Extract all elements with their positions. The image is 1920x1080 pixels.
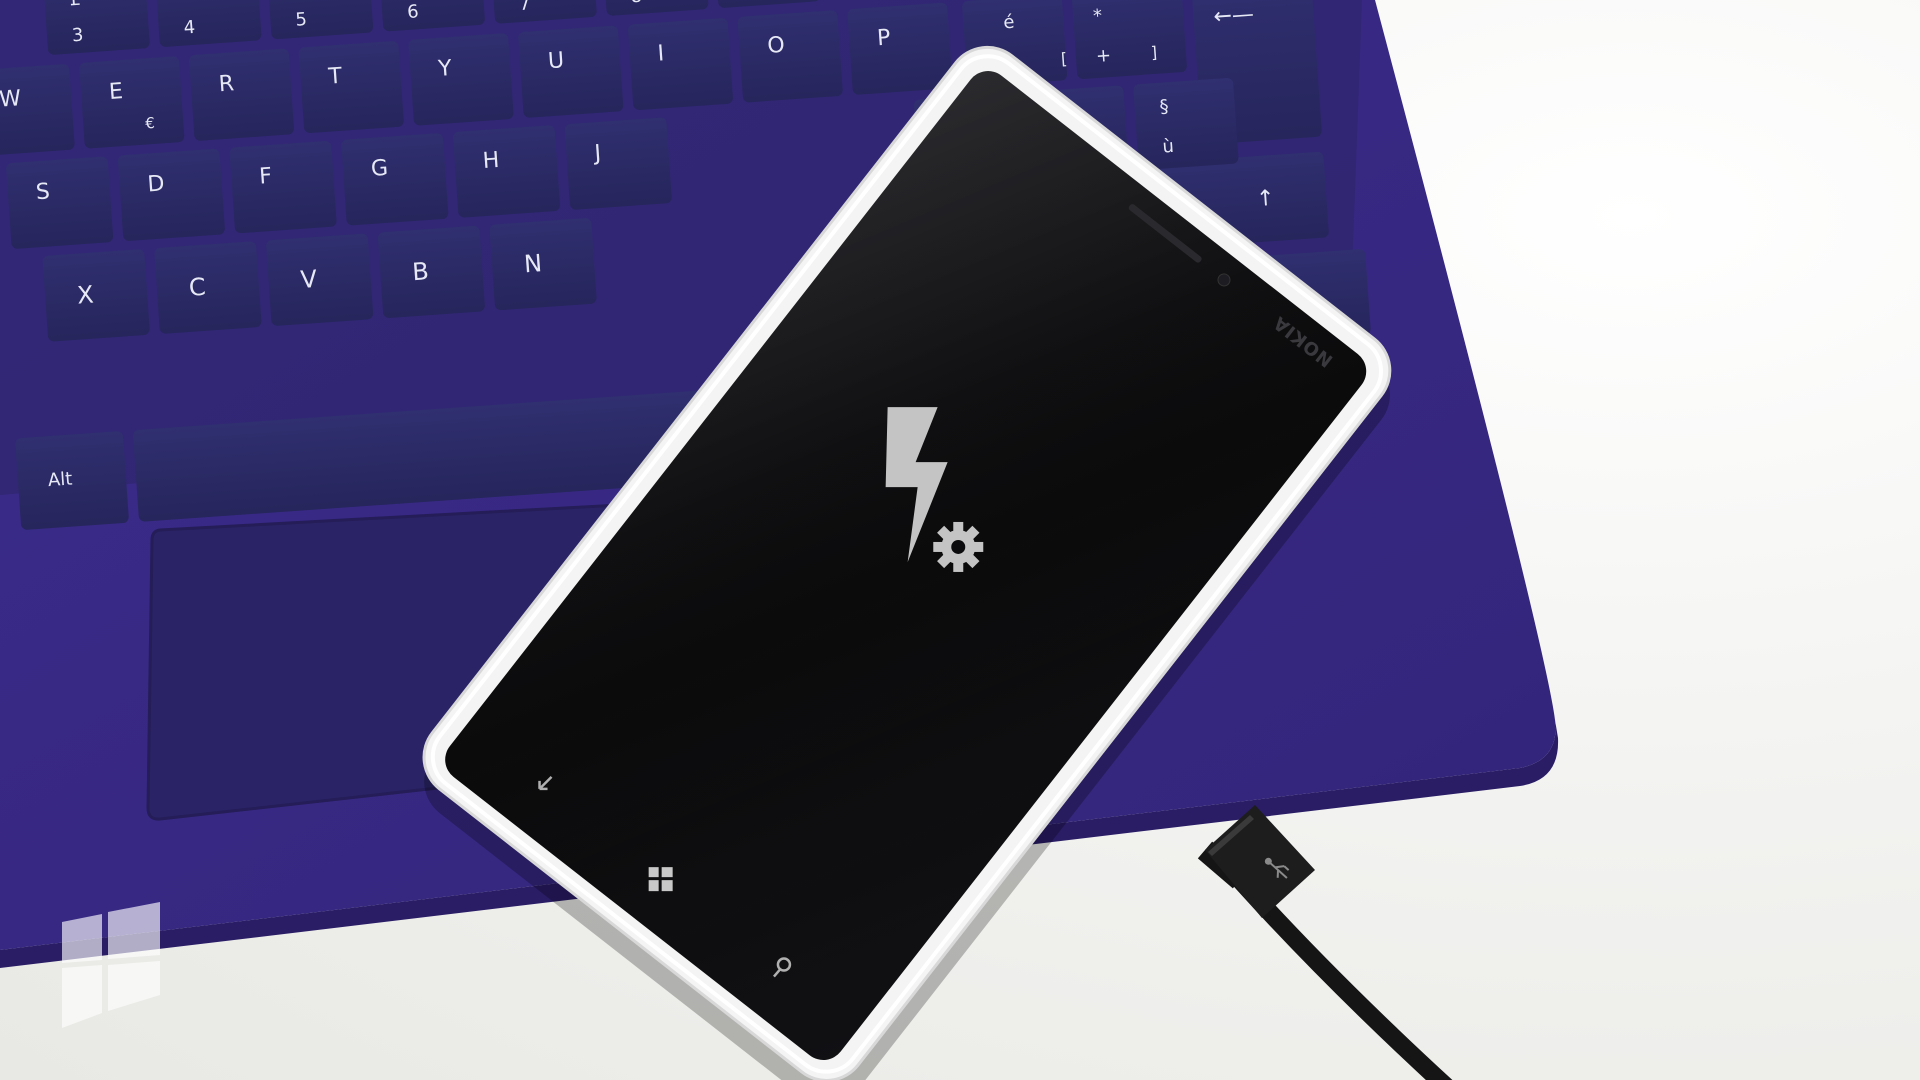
key-h-label: H: [482, 148, 500, 174]
key-n: [489, 218, 597, 311]
key-d: [117, 148, 225, 241]
key-s: [6, 156, 114, 249]
key-lbracket-label: [: [1060, 49, 1068, 68]
key-t-label: T: [327, 64, 344, 90]
key-v-label: V: [300, 265, 319, 294]
key-c: [154, 241, 262, 334]
usb-plug: [1205, 805, 1315, 918]
key-u-grave: [1133, 77, 1239, 170]
key-star-label: *: [1092, 6, 1102, 28]
key-j: [564, 117, 672, 210]
key-number-4-label: 4: [183, 17, 196, 39]
watermark-logo: [62, 902, 160, 1028]
alt-key-label: Alt: [47, 468, 73, 491]
key-p-label: P: [876, 25, 891, 51]
key-number-5-label: 5: [295, 9, 308, 31]
key-g-label: G: [370, 156, 389, 182]
key-x-label: X: [76, 281, 94, 310]
key-v: [266, 233, 374, 326]
key-o: [737, 10, 843, 103]
photo-scene: £3$4%5&6789 WE€RTYUIOP SDFGHJ XCVBN Alt …: [0, 0, 1559, 1080]
key-number-7-label: 7: [518, 0, 531, 15]
key-section-label: §: [1159, 96, 1169, 118]
key-number-8-label: 8: [630, 0, 643, 7]
key-x: [42, 249, 150, 342]
key-t: [298, 41, 404, 134]
key-number-3-symbol: £: [69, 0, 82, 10]
key-c-label: C: [188, 273, 207, 302]
key-f: [229, 141, 337, 234]
key-r: [189, 48, 295, 141]
key-y-label: Y: [436, 56, 453, 82]
key-plus-label: +: [1095, 45, 1112, 67]
key-e-acute-label: é: [1003, 12, 1016, 34]
key-p: [847, 2, 953, 95]
key-f-label: F: [258, 164, 272, 190]
key-d-label: D: [147, 171, 166, 197]
key-u-grave-label: ù: [1162, 136, 1175, 158]
key-bracket: [1071, 0, 1187, 79]
key-number-4: [154, 0, 262, 47]
usb-cable: [1197, 805, 1453, 1080]
key-w-label: W: [0, 86, 22, 112]
key-h: [453, 125, 561, 218]
key-b-label: B: [411, 257, 429, 286]
key-e-label: E: [108, 79, 124, 105]
shift-arrow-label: ↑: [1255, 186, 1275, 212]
key-number-3: [43, 0, 150, 55]
key-b: [377, 225, 485, 318]
key-n-label: N: [523, 249, 543, 278]
key-u: [518, 25, 624, 118]
key-y: [408, 33, 514, 126]
key-number-6-label: 6: [406, 1, 419, 23]
enter-key-label: ←—: [1213, 2, 1255, 30]
key-s-label: S: [35, 179, 51, 205]
key-g: [341, 133, 449, 226]
key-u-label: U: [547, 48, 565, 74]
key-i: [627, 18, 733, 111]
settings-gear-icon: [933, 521, 984, 572]
key-rbracket-label: ]: [1150, 43, 1158, 62]
key-r-label: R: [218, 71, 235, 97]
key-number-3-label: 3: [71, 25, 84, 47]
key-e: [79, 56, 185, 149]
key-o-label: O: [767, 33, 786, 59]
key-e-euro-label: €: [145, 114, 156, 133]
